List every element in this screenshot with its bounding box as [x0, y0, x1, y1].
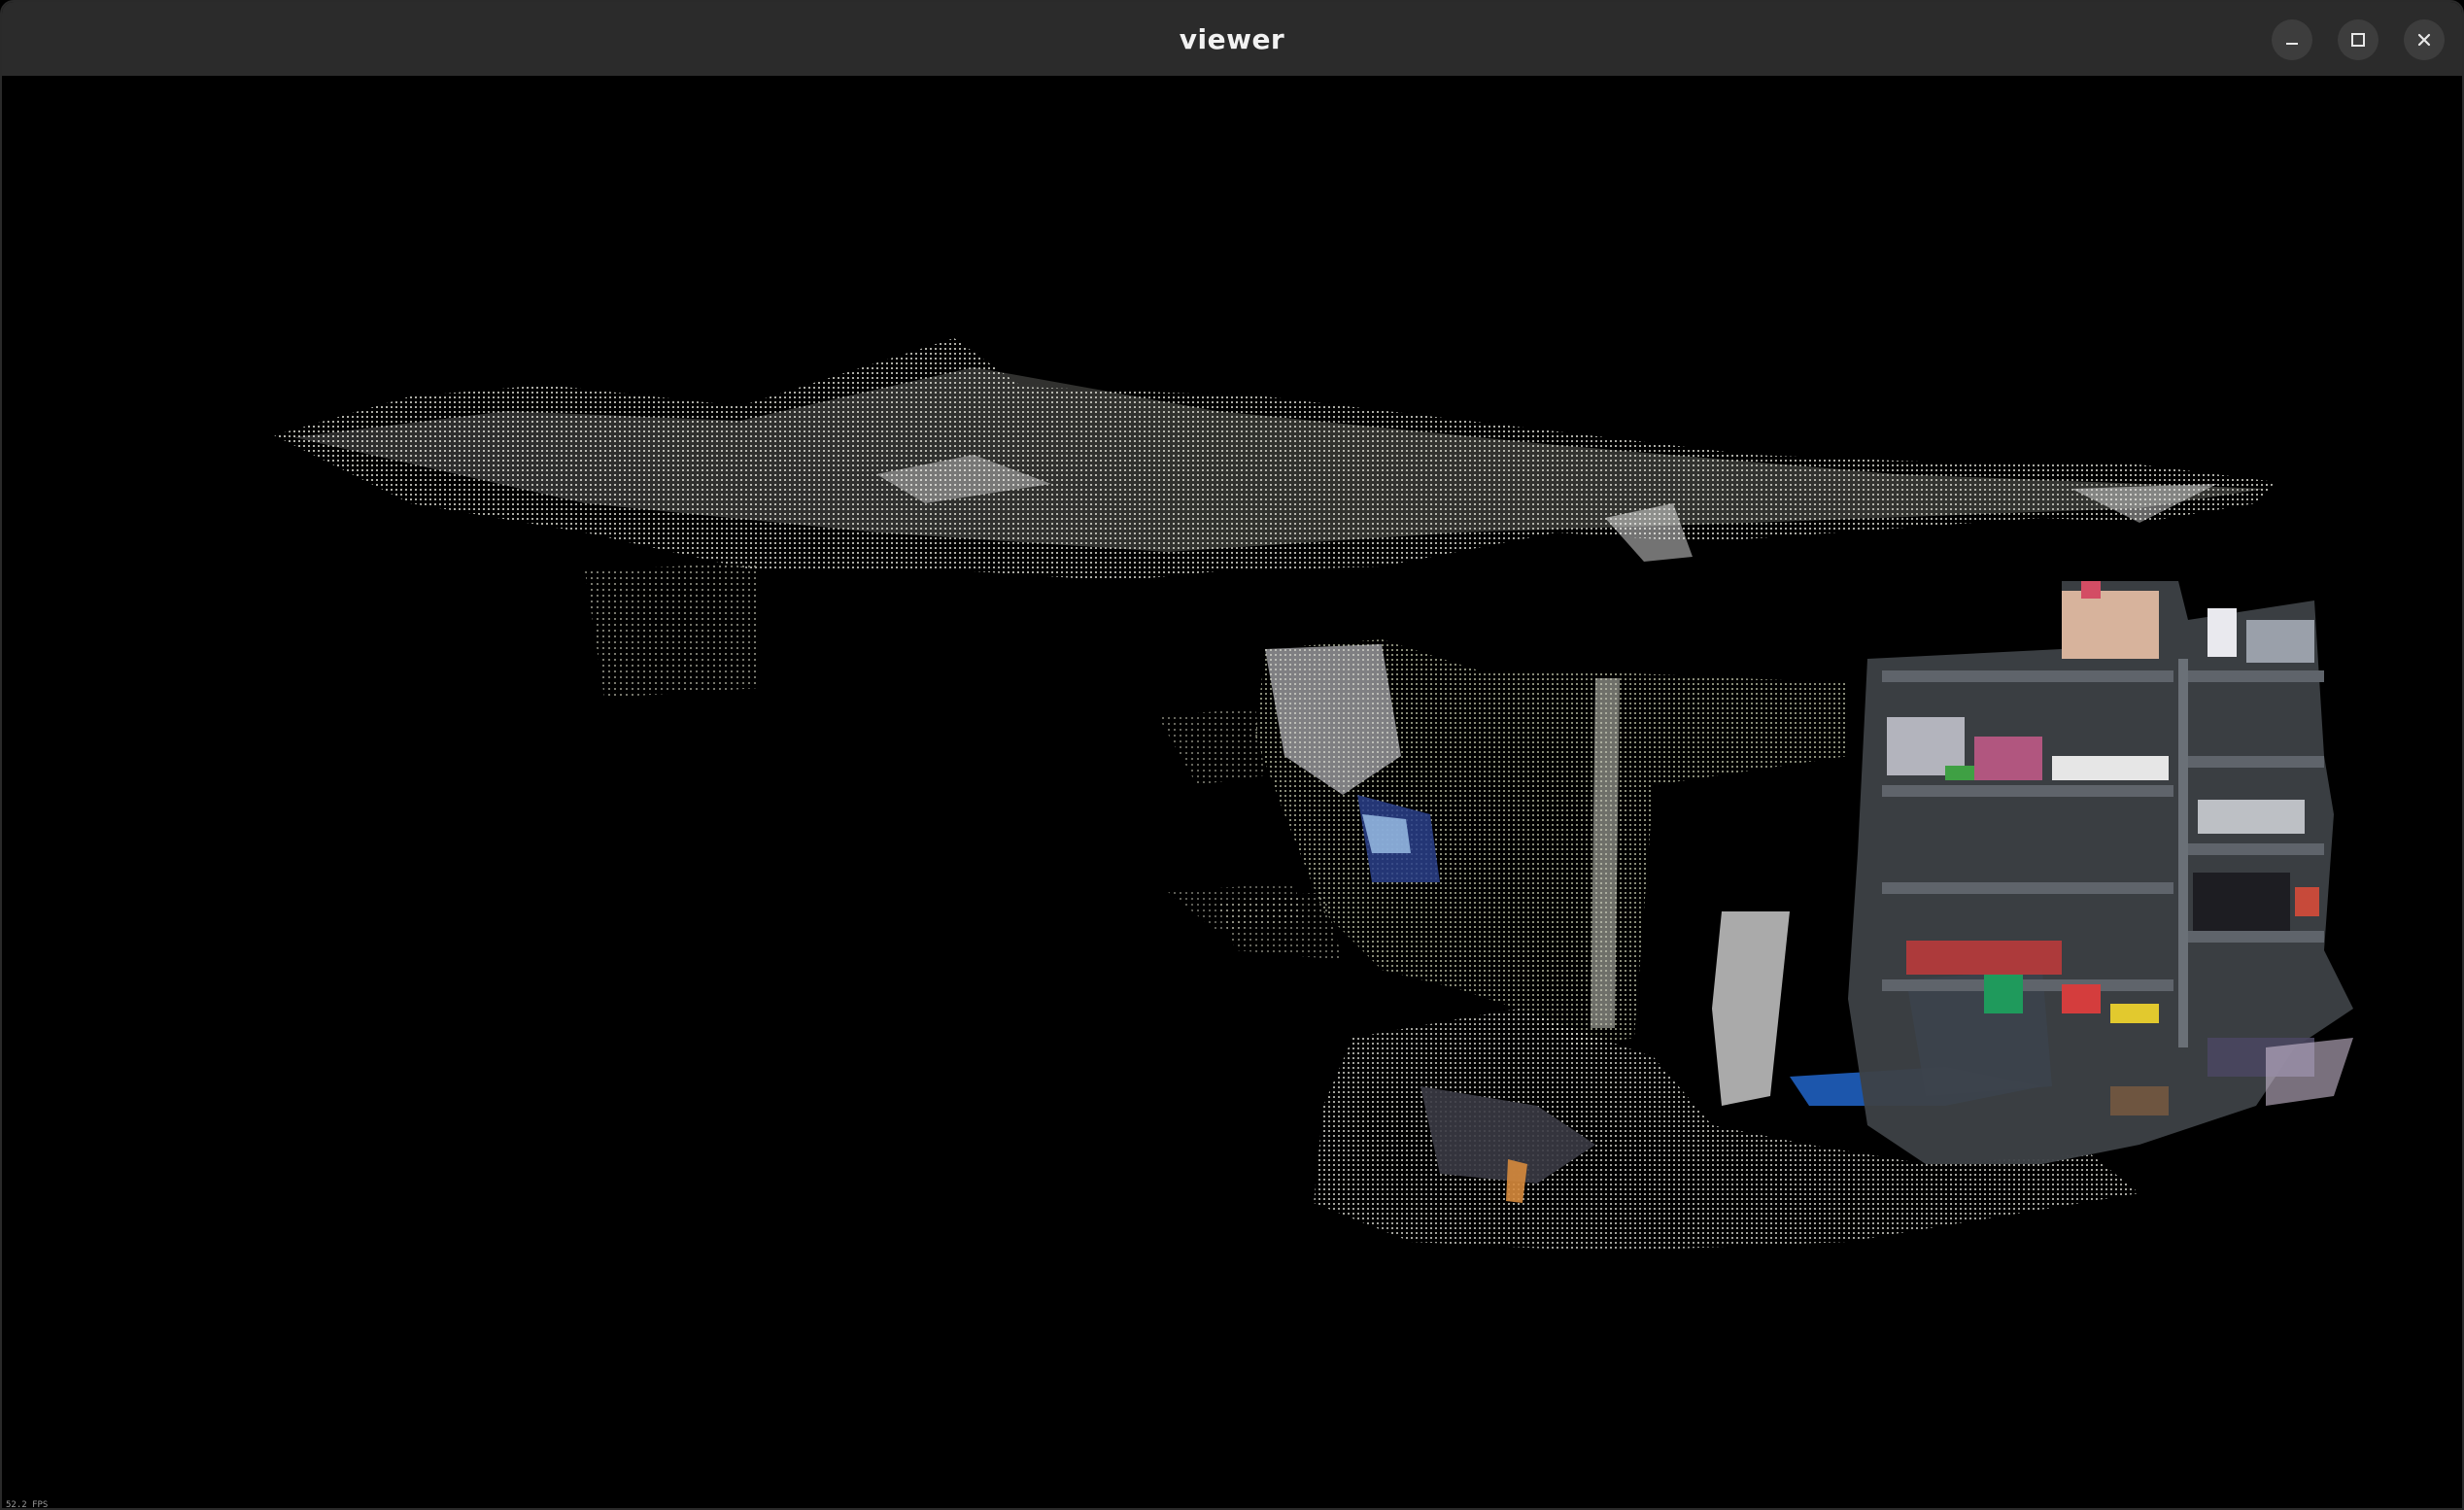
title-bar[interactable]: viewer — [2, 2, 2462, 77]
window-title: viewer — [1179, 22, 1285, 55]
point-cloud-render — [274, 338, 2353, 1252]
ceiling-point-cloud — [274, 338, 2276, 698]
maximize-icon — [2351, 33, 2365, 47]
minimize-button[interactable] — [2272, 19, 2312, 60]
shelf-point-cloud — [1848, 581, 2353, 1164]
close-icon — [2417, 33, 2431, 47]
point-cloud-viewport[interactable]: 52.2 FPS — [2, 76, 2462, 1510]
maximize-button[interactable] — [2338, 19, 2378, 60]
close-button[interactable] — [2404, 19, 2445, 60]
viewer-window: viewer 52.2 FPS — [0, 0, 2464, 1510]
window-controls — [2272, 19, 2445, 60]
fps-counter: 52.2 FPS — [6, 1500, 49, 1510]
minimize-icon — [2286, 43, 2298, 45]
